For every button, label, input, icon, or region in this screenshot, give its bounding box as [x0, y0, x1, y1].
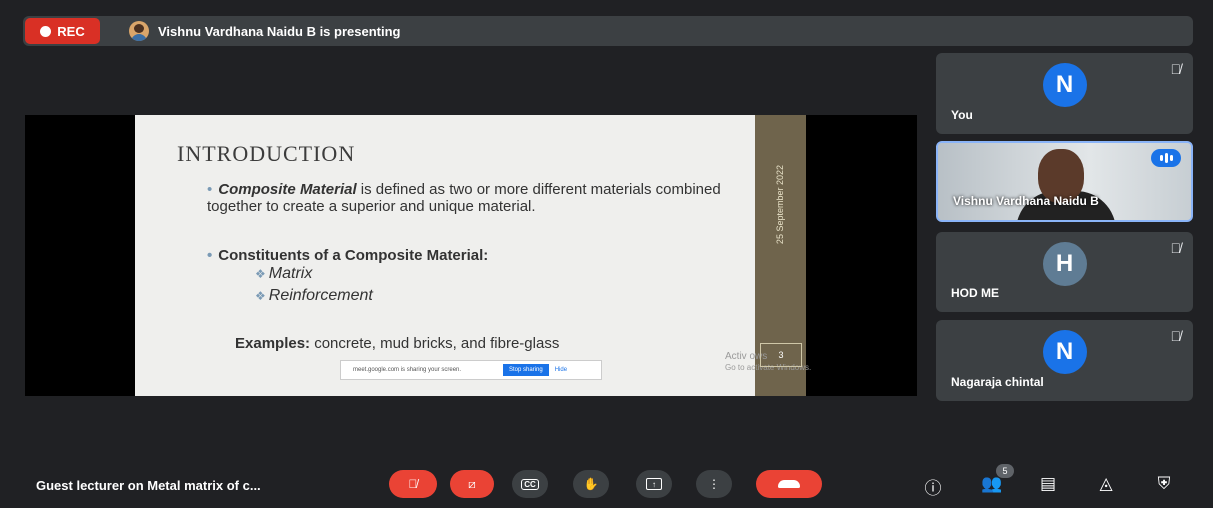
slide-bullet-constituents: • Constituents of a Composite Material: — [207, 247, 488, 264]
definition-term: Composite Material — [218, 181, 357, 198]
hang-up-icon — [778, 480, 800, 488]
share-notice-text: meet.google.com is sharing your screen. — [353, 367, 462, 373]
bullet-dot-icon: • — [207, 247, 213, 264]
people-icon: 👥 — [981, 474, 1003, 493]
slide-bullet-definition: • Composite Material is defined as two or… — [207, 181, 727, 215]
captions-icon: CC — [521, 478, 539, 490]
host-controls-button[interactable]: ⛨ — [1154, 474, 1174, 494]
presenter-chip: Vishnu Vardhana Naidu B is presenting — [129, 16, 400, 46]
mic-toggle-button[interactable]: 🎙̸ — [389, 470, 437, 498]
sub-item-label: Reinforcement — [268, 287, 373, 304]
participant-name: Nagaraja chintal — [951, 375, 1044, 389]
diamond-bullet-icon: ❖ — [255, 267, 266, 281]
chat-button[interactable]: ▤ — [1038, 474, 1058, 494]
activities-icon: ◬ — [1099, 474, 1113, 493]
examples-text: concrete, mud bricks, and fibre-glass — [310, 335, 560, 352]
stop-sharing-button[interactable]: Stop sharing — [503, 364, 549, 376]
raise-hand-button[interactable]: ✋ — [573, 470, 609, 498]
mic-off-icon: 🎙̸ — [1170, 240, 1182, 256]
presenting-text: Vishnu Vardhana Naidu B is presenting — [158, 23, 401, 39]
participant-tile-nagaraja[interactable]: N 🎙̸ Nagaraja chintal — [936, 320, 1193, 401]
recording-indicator: REC — [25, 18, 100, 44]
captions-button[interactable]: CC — [512, 470, 548, 498]
present-button[interactable]: ↑ — [636, 470, 672, 498]
mic-off-icon: 🎙̸ — [408, 477, 418, 491]
slide-title: INTRODUCTION — [177, 141, 356, 166]
participant-tile-vishnu[interactable]: Vishnu Vardhana Naidu B — [936, 141, 1193, 222]
examples-label: Examples: — [235, 335, 311, 352]
mic-off-icon: 🎙̸ — [1170, 328, 1182, 344]
people-button[interactable]: 👥 — [981, 474, 1003, 494]
diamond-bullet-icon: ❖ — [255, 289, 266, 303]
hang-up-button[interactable] — [756, 470, 822, 498]
meeting-info-button[interactable]: ⓘ — [923, 474, 943, 499]
participant-tile-hod[interactable]: H 🎙̸ HOD ME — [936, 232, 1193, 312]
participant-name: Vishnu Vardhana Naidu B — [953, 194, 1099, 208]
rec-label: REC — [57, 23, 85, 39]
screen-share-notice-bar: meet.google.com is sharing your screen. … — [340, 360, 602, 380]
info-icon: ⓘ — [924, 479, 942, 498]
participant-avatar: H — [1042, 242, 1087, 286]
sub-item-matrix: ❖ Matrix — [255, 265, 312, 283]
bullet-dot-icon: • — [207, 181, 213, 198]
participant-name: You — [951, 108, 973, 122]
slide-examples: Examples: concrete, mud bricks, and fibr… — [235, 335, 559, 352]
presenter-avatar — [129, 21, 149, 41]
presentation-slide: INTRODUCTION • Composite Material is defi… — [135, 115, 806, 396]
more-options-button[interactable]: ⋮ — [696, 470, 732, 498]
activities-button[interactable]: ◬ — [1096, 474, 1116, 494]
hide-button[interactable]: Hide — [555, 367, 567, 373]
recording-dot-icon — [40, 25, 52, 37]
more-options-icon: ⋮ — [708, 477, 720, 491]
sub-item-label: Matrix — [268, 265, 313, 282]
constituents-text: Constituents of a Composite Material: — [218, 247, 489, 264]
present-icon: ↑ — [646, 478, 662, 490]
host-controls-icon: ⛨ — [1157, 474, 1171, 493]
camera-off-icon: ⧄ — [468, 476, 476, 491]
chat-icon: ▤ — [1039, 474, 1057, 493]
participant-avatar: N — [1042, 330, 1087, 374]
mic-off-icon: 🎙̸ — [1170, 61, 1182, 77]
shared-screen: INTRODUCTION • Composite Material is defi… — [25, 115, 917, 396]
sub-item-reinforcement: ❖ Reinforcement — [255, 287, 373, 305]
speaking-indicator-icon — [1151, 149, 1181, 167]
participant-name: HOD ME — [951, 286, 999, 300]
slide-page-number: 3 — [760, 343, 802, 367]
participant-tile-you[interactable]: N 🎙̸ You — [936, 53, 1193, 134]
meeting-title: Guest lecturer on Metal matrix of c... — [36, 478, 261, 493]
top-bar: REC Vishnu Vardhana Naidu B is presentin… — [23, 16, 1193, 46]
camera-toggle-button[interactable]: ⧄ — [450, 470, 494, 498]
raise-hand-icon: ✋ — [583, 477, 599, 491]
slide-date: 25 September 2022 — [775, 165, 785, 245]
participant-avatar: N — [1042, 63, 1087, 107]
